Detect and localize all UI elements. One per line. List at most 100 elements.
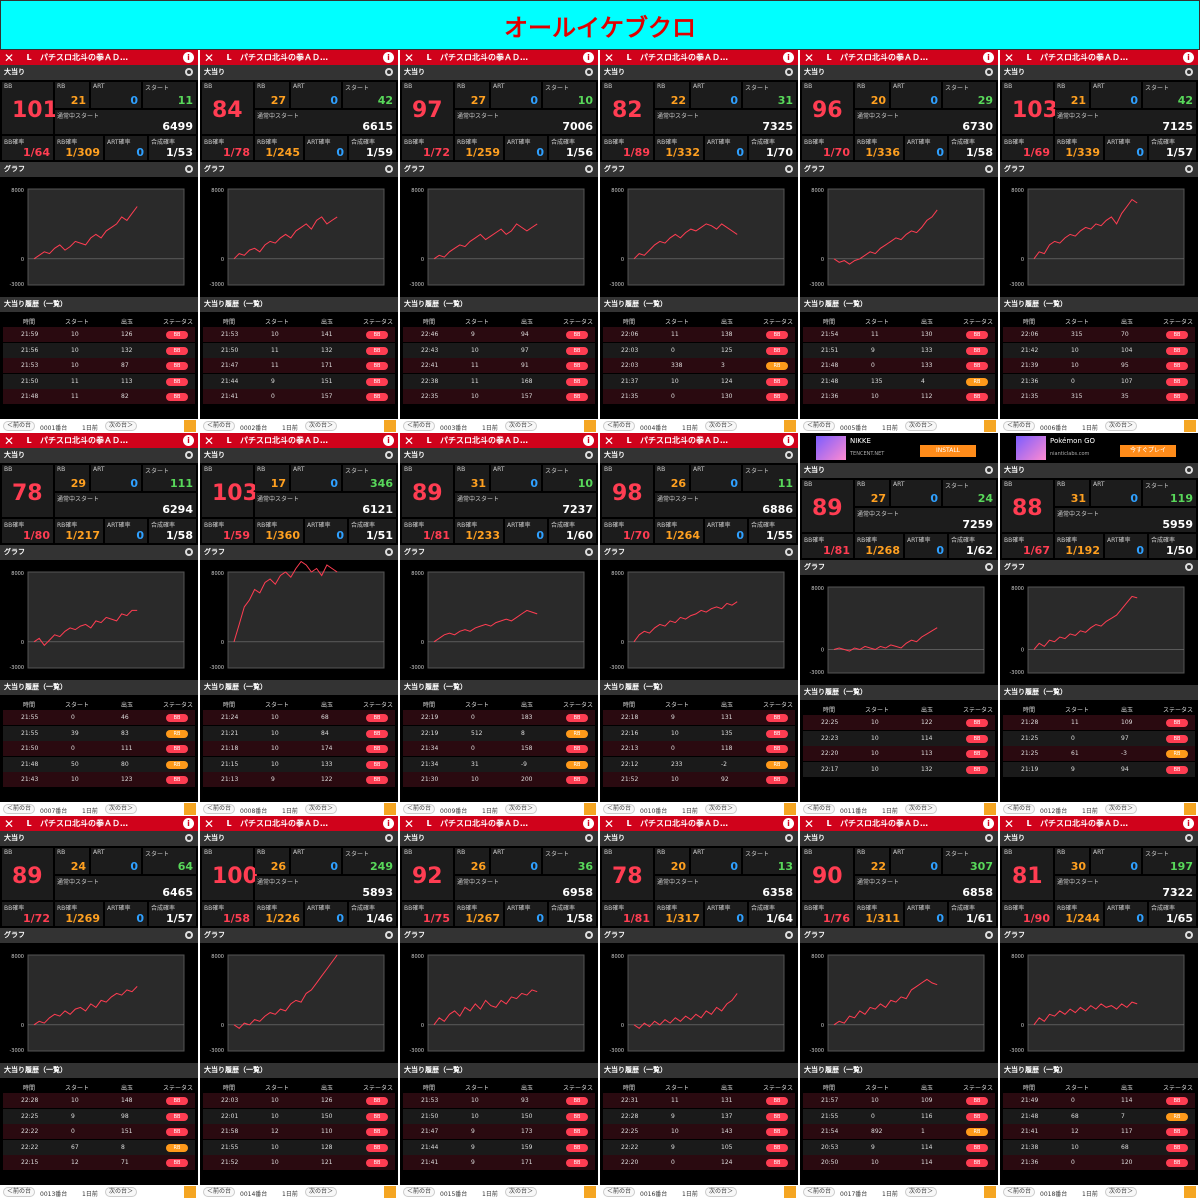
settings-icon[interactable] (1185, 563, 1193, 571)
prev-machine-button[interactable]: ＜前の台 (803, 1187, 836, 1197)
app-icon[interactable] (784, 420, 796, 432)
prev-machine-button[interactable]: ＜前の台 (3, 1187, 36, 1197)
info-icon[interactable]: i (983, 818, 994, 829)
history-row[interactable]: 22:20 0 124 BB (603, 1155, 795, 1170)
settings-icon[interactable] (585, 451, 593, 459)
prev-machine-button[interactable]: ＜前の台 (403, 1187, 436, 1197)
prev-machine-button[interactable]: ＜前の台 (203, 1187, 236, 1197)
app-icon[interactable] (184, 420, 196, 432)
close-icon[interactable]: ✕ (400, 434, 418, 448)
history-row[interactable]: 22:43 10 97 BB (403, 342, 595, 358)
app-icon[interactable] (584, 803, 596, 815)
history-row[interactable]: 22:03 338 3 RB (603, 358, 795, 373)
app-icon[interactable] (784, 803, 796, 815)
history-row[interactable]: 21:18 10 174 BB (203, 741, 395, 756)
settings-icon[interactable] (585, 68, 593, 76)
settings-icon[interactable] (785, 68, 793, 76)
history-row[interactable]: 21:39 10 95 BB (1003, 358, 1195, 373)
settings-icon[interactable] (385, 931, 393, 939)
settings-icon[interactable] (185, 548, 193, 556)
app-icon[interactable] (784, 1186, 796, 1198)
close-icon[interactable]: ✕ (1000, 51, 1018, 65)
app-icon[interactable] (184, 803, 196, 815)
history-row[interactable]: 21:52 10 92 BB (603, 772, 795, 787)
history-row[interactable]: 21:53 10 141 BB (203, 327, 395, 342)
history-row[interactable]: 21:34 31 -9 RB (403, 756, 595, 772)
history-row[interactable]: 21:41 9 171 BB (403, 1155, 595, 1170)
history-row[interactable]: 22:28 10 148 BB (3, 1093, 195, 1108)
next-machine-button[interactable]: 次の台＞ (105, 421, 138, 431)
close-icon[interactable]: ✕ (1000, 817, 1018, 831)
info-icon[interactable]: i (383, 435, 394, 446)
history-row[interactable]: 22:20 10 113 BB (803, 746, 995, 761)
info-icon[interactable]: i (783, 435, 794, 446)
history-row[interactable]: 21:37 10 124 BB (603, 373, 795, 389)
app-icon[interactable] (384, 803, 396, 815)
history-row[interactable]: 21:35 315 35 BB (1003, 389, 1195, 404)
close-icon[interactable]: ✕ (200, 434, 218, 448)
history-row[interactable]: 22:03 0 125 BB (603, 342, 795, 358)
info-icon[interactable]: i (983, 52, 994, 63)
history-row[interactable]: 20:50 10 114 BB (803, 1155, 995, 1170)
ad-thumbnail[interactable] (816, 436, 846, 460)
history-row[interactable]: 22:23 10 114 BB (803, 730, 995, 746)
settings-icon[interactable] (1185, 466, 1193, 474)
history-row[interactable]: 21:55 39 83 RB (3, 725, 195, 741)
next-machine-button[interactable]: 次の台＞ (505, 421, 538, 431)
history-row[interactable]: 22:15 12 71 BB (3, 1155, 195, 1170)
history-row[interactable]: 22:01 10 150 BB (203, 1108, 395, 1124)
settings-icon[interactable] (1185, 68, 1193, 76)
app-icon[interactable] (984, 420, 996, 432)
settings-icon[interactable] (1185, 834, 1193, 842)
history-row[interactable]: 21:41 0 157 BB (203, 389, 395, 404)
info-icon[interactable]: i (183, 435, 194, 446)
info-icon[interactable]: i (383, 818, 394, 829)
history-row[interactable]: 21:38 10 68 BB (1003, 1139, 1195, 1155)
history-row[interactable]: 21:55 10 128 BB (203, 1139, 395, 1155)
history-row[interactable]: 22:03 10 126 BB (203, 1093, 395, 1108)
info-icon[interactable]: i (383, 52, 394, 63)
next-machine-button[interactable]: 次の台＞ (705, 1187, 738, 1197)
history-row[interactable]: 22:16 10 135 BB (603, 725, 795, 741)
history-row[interactable]: 21:54 892 1 RB (803, 1124, 995, 1139)
info-icon[interactable]: i (583, 435, 594, 446)
next-machine-button[interactable]: 次の台＞ (1105, 804, 1138, 814)
app-icon[interactable] (184, 1186, 196, 1198)
history-row[interactable]: 22:25 9 98 BB (3, 1108, 195, 1124)
history-row[interactable]: 21:36 10 112 BB (803, 389, 995, 404)
settings-icon[interactable] (785, 931, 793, 939)
settings-icon[interactable] (385, 68, 393, 76)
settings-icon[interactable] (185, 931, 193, 939)
ad-cta-button[interactable]: 今すぐプレイ (1120, 445, 1176, 457)
history-row[interactable]: 21:28 11 109 BB (1003, 715, 1195, 730)
history-row[interactable]: 22:25 10 122 BB (803, 715, 995, 730)
close-icon[interactable]: ✕ (400, 817, 418, 831)
settings-icon[interactable] (385, 451, 393, 459)
app-icon[interactable] (1184, 420, 1196, 432)
history-row[interactable]: 22:41 11 91 BB (403, 358, 595, 373)
settings-icon[interactable] (385, 548, 393, 556)
prev-machine-button[interactable]: ＜前の台 (1003, 804, 1036, 814)
history-row[interactable]: 21:48 0 133 BB (803, 358, 995, 373)
settings-icon[interactable] (785, 834, 793, 842)
ad-cta-button[interactable]: INSTALL (920, 445, 976, 457)
prev-machine-button[interactable]: ＜前の台 (3, 804, 36, 814)
history-row[interactable]: 21:50 11 113 BB (3, 373, 195, 389)
close-icon[interactable]: ✕ (200, 51, 218, 65)
history-row[interactable]: 21:53 10 93 BB (403, 1093, 595, 1108)
history-row[interactable]: 21:50 11 132 BB (203, 342, 395, 358)
history-row[interactable]: 21:51 9 133 BB (803, 342, 995, 358)
close-icon[interactable]: ✕ (800, 51, 818, 65)
history-row[interactable]: 21:48 68 7 RB (1003, 1108, 1195, 1124)
next-machine-button[interactable]: 次の台＞ (305, 421, 338, 431)
history-row[interactable]: 22:28 9 137 BB (603, 1108, 795, 1124)
history-row[interactable]: 22:19 512 8 RB (403, 725, 595, 741)
history-row[interactable]: 21:55 0 116 BB (803, 1108, 995, 1124)
history-row[interactable]: 21:30 10 200 BB (403, 772, 595, 787)
next-machine-button[interactable]: 次の台＞ (1105, 1187, 1138, 1197)
history-row[interactable]: 21:47 9 173 BB (403, 1124, 595, 1139)
history-row[interactable]: 21:43 10 123 BB (3, 772, 195, 787)
prev-machine-button[interactable]: ＜前の台 (803, 804, 836, 814)
close-icon[interactable]: ✕ (200, 817, 218, 831)
settings-icon[interactable] (585, 834, 593, 842)
